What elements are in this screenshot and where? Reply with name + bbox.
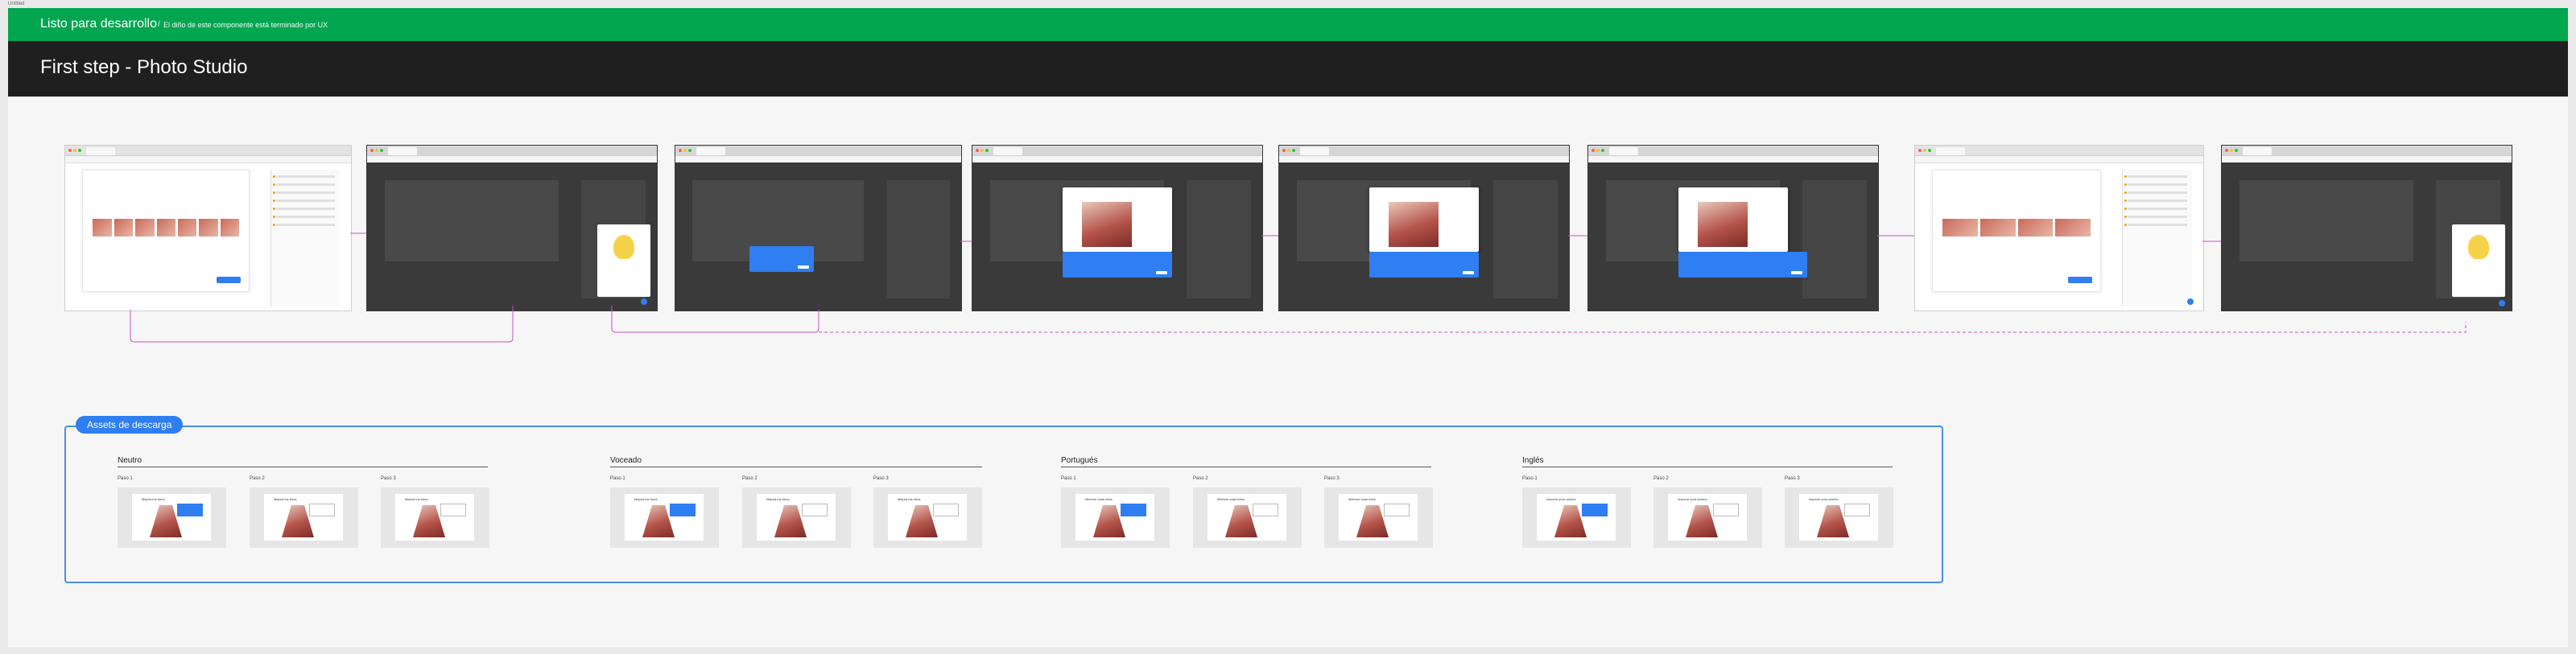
asset-thumbnail[interactable]: Improve your photos — [1522, 487, 1631, 548]
connector-1-2b — [130, 306, 514, 343]
asset-card-title: Mejorá tus fotos — [766, 497, 790, 501]
asset-thumbnail[interactable]: Melhore suas fotos — [1324, 487, 1433, 548]
assets-badge: Assets de descarga — [76, 416, 184, 434]
asset-card-title: Mejorá tus fotos — [405, 497, 428, 501]
asset-thumbnail[interactable]: Mejorá tus fotos — [250, 487, 358, 548]
step-label: Paso 2 — [1653, 476, 1669, 481]
step-label: Paso 1 — [118, 476, 133, 481]
group-title-portugues: Portugués — [1061, 456, 1098, 465]
asset-card-title: Mejorá tus fotos — [634, 497, 658, 501]
asset-card-title: Improve your photos — [1809, 497, 1839, 501]
step-label: Paso 3 — [1324, 476, 1340, 481]
asset-thumbnail[interactable]: Improve your photos — [1653, 487, 1762, 548]
step-label: Paso 2 — [250, 476, 265, 481]
asset-thumbnail[interactable]: Melhore suas fotos — [1193, 487, 1302, 548]
step-label: Paso 2 — [1193, 476, 1208, 481]
asset-card-title: Improve your photos — [1546, 497, 1576, 501]
asset-thumbnail[interactable]: Improve your photos — [1785, 487, 1893, 548]
asset-thumbnail[interactable]: Mejorá tus fotos — [610, 487, 719, 548]
step-label: Paso 3 — [873, 476, 889, 481]
connector-dashed — [819, 322, 2467, 333]
group-title-voceado: Voceado — [610, 456, 642, 465]
asset-card-title: Mejorá tus fotos — [274, 497, 297, 501]
asset-thumbnail[interactable]: Mejorá tus fotos — [742, 487, 851, 548]
connector-2-3 — [611, 306, 819, 333]
asset-card-title: Improve your photos — [1678, 497, 1707, 501]
group-title-neutro: Neutro — [118, 456, 142, 465]
asset-card-title: Mejorá tus fotos — [142, 497, 165, 501]
asset-card-title: Melhore suas fotos — [1085, 497, 1113, 501]
asset-thumbnail[interactable]: Mejorá tus fotos — [381, 487, 489, 548]
step-label: Paso 3 — [381, 476, 396, 481]
asset-card-title: Mejorá tus fotos — [898, 497, 921, 501]
asset-thumbnail[interactable]: Mejorá tus fotos — [873, 487, 982, 548]
step-label: Paso 2 — [742, 476, 758, 481]
asset-thumbnail[interactable]: Mejorá tus fotos — [118, 487, 226, 548]
asset-card-title: Melhore suas fotos — [1217, 497, 1245, 501]
asset-card-title: Melhore suas fotos — [1348, 497, 1376, 501]
step-label: Paso 1 — [1522, 476, 1538, 481]
step-label: Paso 1 — [1061, 476, 1076, 481]
step-label: Paso 1 — [610, 476, 625, 481]
asset-thumbnail[interactable]: Melhore suas fotos — [1061, 487, 1170, 548]
group-title-ingles: Inglés — [1522, 456, 1544, 465]
step-label: Paso 3 — [1785, 476, 1800, 481]
